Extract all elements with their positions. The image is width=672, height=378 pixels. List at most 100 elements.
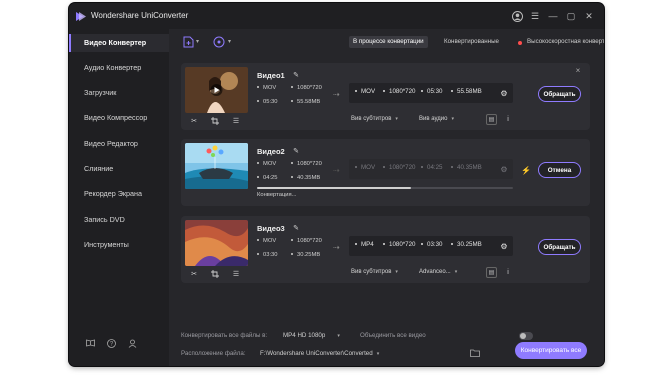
source-resolution: 1080*720 (291, 161, 322, 167)
chevron-down-icon: ▾ (376, 351, 380, 357)
convert-all-label: Конвертировать все файлы в: (181, 332, 268, 339)
bullet-icon (383, 166, 385, 169)
sidebar-item-video-editor[interactable]: Видео Редактор (69, 135, 169, 153)
sidebar-item-screen-recorder[interactable]: Рекордер Экрана (69, 185, 169, 203)
info-icon[interactable]: i (504, 267, 512, 278)
bullet-icon (291, 86, 293, 89)
menu-icon[interactable]: ☰ (528, 9, 542, 23)
video-thumbnail[interactable] (185, 67, 248, 113)
bullet-icon (291, 176, 293, 179)
profile-icon[interactable] (127, 338, 137, 348)
sidebar-item-toolbox[interactable]: Инструменты (69, 236, 169, 254)
file-name: Видео1 (257, 71, 285, 80)
convert-all-format-select[interactable]: MP4 HD 1080p ▾ (283, 332, 340, 339)
subtitle-select[interactable]: Вив субтитров ▾ (351, 267, 398, 278)
toolbar: ▾ ▾ В процессе конвертации Конвертирован… (169, 29, 604, 55)
output-format-value: MP4 (361, 241, 374, 248)
trim-icon[interactable]: ✂ (189, 116, 199, 126)
output-settings[interactable]: MP4 1080*720 03:30 30.25MB ⚙ (349, 236, 513, 256)
audio-select[interactable]: Вив аудио ▾ (419, 114, 454, 125)
sidebar-item-video-compressor[interactable]: Видео Компрессор (69, 109, 169, 127)
source-duration-value: 04:25 (263, 175, 278, 181)
close-icon[interactable]: × (574, 66, 582, 75)
footer: Конвертировать все файлы в: MP4 HD 1080p… (169, 324, 604, 366)
bullet-icon (451, 166, 453, 169)
source-duration-value: 05:30 (263, 99, 278, 105)
help-icon[interactable]: ? (106, 338, 116, 348)
source-format: MOV (257, 161, 276, 167)
sidebar-item-video-converter[interactable]: Видео Конвертер (69, 34, 169, 52)
output-location-select[interactable]: F:\Wondershare UniConverter\Converted ▾ (260, 350, 379, 357)
source-duration: 05:30 (257, 99, 278, 105)
rename-icon[interactable]: ✎ (292, 71, 300, 79)
merge-toggle[interactable] (519, 332, 533, 340)
convert-all-format-value: MP4 HD 1080p (283, 332, 326, 339)
info-icon[interactable]: i (504, 114, 512, 125)
output-resolution: 1080*720 (383, 241, 416, 248)
subtitle-editor-icon[interactable]: ▤ (486, 114, 497, 125)
gear-icon[interactable]: ⚙ (499, 88, 509, 98)
output-settings[interactable]: MOV 1080*720 05:30 55.58MB ⚙ (349, 83, 513, 103)
video-thumbnail[interactable] (185, 143, 248, 189)
bullet-icon (383, 243, 385, 246)
bullet-icon (291, 239, 293, 242)
audio-select-value: Вив аудио (419, 116, 448, 122)
rename-icon[interactable]: ✎ (292, 224, 300, 232)
add-file-icon[interactable] (181, 35, 195, 49)
gear-icon[interactable]: ⚙ (499, 241, 509, 251)
output-resolution-value: 1080*720 (389, 88, 416, 95)
load-dvd-icon[interactable] (212, 35, 226, 49)
close-icon[interactable]: ✕ (582, 9, 596, 23)
folder-icon[interactable] (470, 349, 480, 357)
output-location-label: Расположение файла: (181, 350, 246, 357)
convert-arrow-icon: ⇢ (333, 166, 340, 175)
effects-icon[interactable]: ☰ (231, 116, 241, 126)
output-duration-value: 04:25 (427, 164, 443, 171)
subtitle-editor-icon[interactable]: ▤ (486, 267, 497, 278)
chevron-down-icon[interactable]: ▾ (228, 38, 231, 45)
maximize-icon[interactable]: ▢ (564, 9, 578, 23)
output-size: 40.35MB (451, 164, 482, 171)
book-icon[interactable] (85, 338, 95, 348)
chevron-down-icon[interactable]: ▾ (196, 38, 199, 45)
account-icon[interactable] (510, 9, 524, 23)
audio-select[interactable]: Advanceo... ▾ (419, 267, 457, 278)
convert-button[interactable]: Обращать (538, 239, 581, 255)
minimize-icon[interactable]: — (546, 9, 560, 23)
crop-icon[interactable] (210, 116, 220, 126)
subtitle-select[interactable]: Вив субтитров ▾ (351, 114, 398, 125)
sidebar: Видео Конвертер Аудио Конвертер Загрузчи… (69, 29, 169, 366)
tab-converted[interactable]: Конвертированные (440, 36, 503, 48)
rename-icon[interactable]: ✎ (292, 147, 300, 155)
cancel-button[interactable]: Отмена (538, 162, 581, 178)
bullet-icon (355, 166, 357, 169)
output-duration-value: 03:30 (427, 241, 443, 248)
bullet-icon (257, 86, 259, 89)
app-title: Wondershare UniConverter (91, 11, 189, 20)
source-resolution: 1080*720 (291, 238, 322, 244)
merge-label: Объединить все видео (360, 332, 426, 339)
source-format-value: MOV (263, 238, 277, 244)
convert-all-button[interactable]: Конвертировать все (515, 342, 587, 359)
source-size-value: 55.58MB (297, 99, 321, 105)
high-speed-label: Высокоскоростная конвертация (527, 38, 604, 45)
sidebar-item-merger[interactable]: Слияние (69, 160, 169, 178)
bullet-icon (383, 90, 385, 93)
output-format: MOV (355, 88, 375, 95)
subtitle-select-value: Вив субтитров (351, 116, 392, 122)
svg-text:?: ? (109, 341, 113, 347)
sidebar-item-audio-converter[interactable]: Аудио Конвертер (69, 59, 169, 77)
bullet-icon (257, 100, 259, 103)
convert-button[interactable]: Обращать (538, 86, 581, 102)
effects-icon[interactable]: ☰ (231, 269, 241, 279)
sidebar-item-dvd-burner[interactable]: Запись DVD (69, 211, 169, 229)
source-resolution-value: 1080*720 (297, 161, 322, 167)
trim-icon[interactable]: ✂ (189, 269, 199, 279)
tab-converting[interactable]: В процессе конвертации (349, 36, 428, 48)
convert-arrow-icon: ⇢ (333, 243, 340, 252)
source-resolution-value: 1080*720 (297, 238, 322, 244)
crop-icon[interactable] (210, 269, 220, 279)
bullet-icon (355, 243, 357, 246)
video-thumbnail[interactable] (185, 220, 248, 266)
sidebar-item-downloader[interactable]: Загрузчик (69, 84, 169, 102)
